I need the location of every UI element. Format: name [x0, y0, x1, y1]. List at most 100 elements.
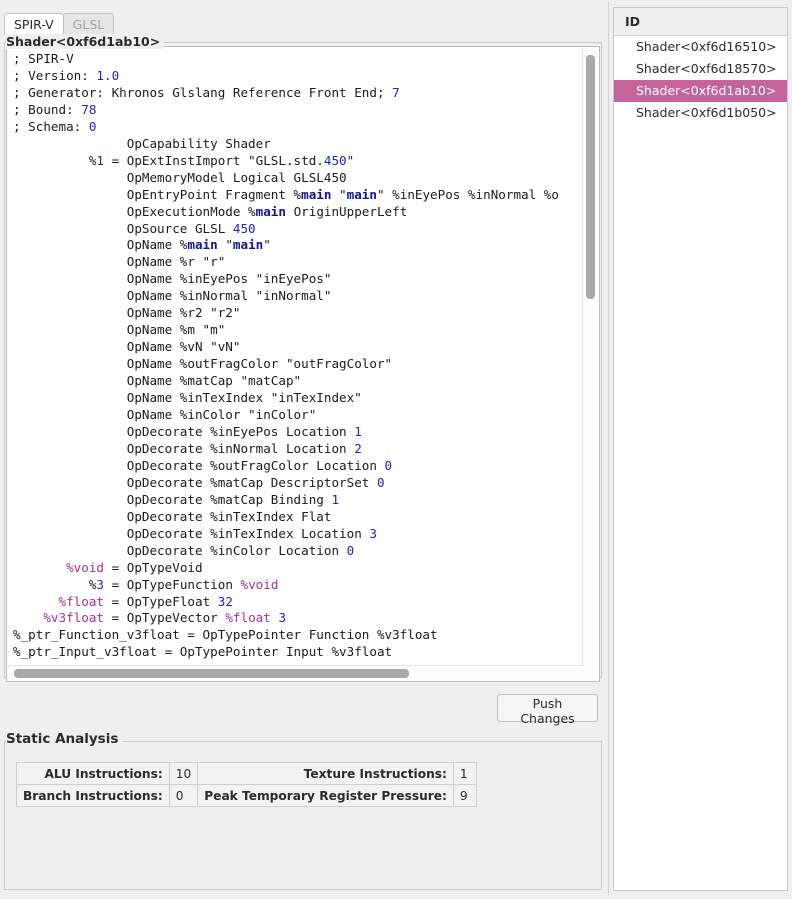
code-token: OpName %inEyePos "inEyePos"	[13, 271, 331, 286]
code-token: 3	[369, 526, 377, 541]
code-token: 7	[392, 85, 400, 100]
code-token: OpEntryPoint Fragment %	[13, 187, 301, 202]
code-token: %float	[225, 610, 271, 625]
code-token: OpName %r2 "r2"	[13, 305, 240, 320]
code-token: %_ptr_Input_v3float = OpTypePointer Inpu…	[13, 644, 392, 659]
code-line: OpDecorate %matCap Binding 1	[13, 492, 559, 509]
code-token: 450	[233, 221, 256, 236]
code-line: OpDecorate %matCap DescriptorSet 0	[13, 475, 559, 492]
code-line: ; Bound: 78	[13, 102, 559, 119]
code-token: OpExecutionMode %	[13, 204, 256, 219]
code-token: "	[218, 237, 233, 252]
code-token: %v3float	[43, 610, 104, 625]
code-line: OpDecorate %inEyePos Location 1	[13, 424, 559, 441]
panel-splitter[interactable]	[605, 0, 613, 899]
code-line: OpDecorate %inNormal Location 2	[13, 441, 559, 458]
spirv-code-viewport: ; SPIR-V; Version: 1.0; Generator: Khron…	[8, 48, 584, 668]
code-token: OpName %inTexIndex "inTexIndex"	[13, 390, 362, 405]
code-token: OpName %outFragColor "outFragColor"	[13, 356, 392, 371]
code-token: = OpExtInstImport "GLSL.std.	[104, 153, 324, 168]
code-line: OpName %r2 "r2"	[13, 305, 559, 322]
tab-spirv[interactable]: SPIR-V	[4, 13, 64, 35]
code-token: 1	[331, 492, 339, 507]
spirv-code-text: ; SPIR-V; Version: 1.0; Generator: Khron…	[13, 51, 559, 661]
code-token: "	[331, 187, 346, 202]
editor-vertical-scrollbar[interactable]	[582, 48, 598, 668]
code-line: OpDecorate %inTexIndex Flat	[13, 509, 559, 526]
static-analysis-group-box: Static Analysis ALU Instructions:10Textu…	[4, 731, 602, 891]
code-token: OpName %inColor "inColor"	[13, 407, 316, 422]
code-token: 1	[354, 424, 362, 439]
table-row: Branch Instructions:0Peak Temporary Regi…	[17, 785, 477, 807]
application-window: SPIR-V GLSL Shader<0xf6d1ab10> ; SPIR-V;…	[0, 0, 792, 899]
code-token	[13, 560, 66, 575]
code-token: OpName %inNormal "inNormal"	[13, 288, 331, 303]
code-token: %void	[240, 577, 278, 592]
code-line: OpName %inNormal "inNormal"	[13, 288, 559, 305]
stat-label: Branch Instructions:	[17, 785, 170, 807]
editor-horizontal-scrollbar[interactable]	[8, 665, 584, 680]
code-token: 0	[377, 475, 385, 490]
code-token: OpDecorate %matCap Binding	[13, 492, 331, 507]
code-token: ; Version:	[13, 68, 96, 83]
code-token: %void	[66, 560, 104, 575]
code-token	[13, 610, 43, 625]
code-token: "	[263, 237, 271, 252]
stat-value: 10	[169, 763, 198, 785]
stat-label: Peak Temporary Register Pressure:	[198, 785, 454, 807]
code-token: 78	[81, 102, 96, 117]
push-changes-button[interactable]: Push Changes	[497, 694, 598, 722]
code-token: OpName %	[13, 237, 187, 252]
code-line: OpCapability Shader	[13, 136, 559, 153]
editor-vertical-scrollbar-thumb[interactable]	[586, 55, 595, 299]
editor-horizontal-scrollbar-thumb[interactable]	[14, 669, 409, 678]
shader-editor-panel: SPIR-V GLSL Shader<0xf6d1ab10> ; SPIR-V;…	[0, 0, 608, 899]
code-token: OriginUpperLeft	[286, 204, 407, 219]
code-line: OpName %vN "vN"	[13, 339, 559, 356]
code-token: OpDecorate %inNormal Location	[13, 441, 354, 456]
code-line: OpName %main "main"	[13, 237, 559, 254]
panel-splitter-line	[608, 2, 609, 895]
code-token: 0	[347, 543, 355, 558]
code-token: 0	[385, 458, 393, 473]
code-line: ; Generator: Khronos Glslang Reference F…	[13, 85, 559, 102]
code-token: = OpTypeVector	[104, 610, 225, 625]
code-token: main	[347, 187, 377, 202]
code-token: = OpTypeVoid	[104, 560, 203, 575]
code-token: %	[13, 153, 96, 168]
code-token: 32	[218, 594, 233, 609]
code-token: = OpTypeFunction	[104, 577, 240, 592]
code-token: OpDecorate %outFragColor Location	[13, 458, 385, 473]
tab-glsl[interactable]: GLSL	[63, 13, 115, 35]
static-analysis-title: Static Analysis	[6, 731, 123, 747]
code-line: OpName %inColor "inColor"	[13, 407, 559, 424]
code-line: %1 = OpExtInstImport "GLSL.std.450"	[13, 153, 559, 170]
code-line: OpName %r "r"	[13, 254, 559, 271]
code-line: OpName %inTexIndex "inTexIndex"	[13, 390, 559, 407]
code-token: 2	[354, 441, 362, 456]
code-token: main	[301, 187, 331, 202]
shader-id-list-panel: ID Shader<0xf6d16510>Shader<0xf6d18570>S…	[613, 7, 788, 891]
code-token: main	[256, 204, 286, 219]
stat-label: Texture Instructions:	[198, 763, 454, 785]
code-line: OpExecutionMode %main OriginUpperLeft	[13, 204, 559, 221]
spirv-code-editor[interactable]: ; SPIR-V; Version: 1.0; Generator: Khron…	[6, 46, 600, 682]
code-token: = OpTypeFloat	[104, 594, 218, 609]
code-line: OpDecorate %outFragColor Location 0	[13, 458, 559, 475]
code-token: 3	[96, 577, 104, 592]
id-list-item[interactable]: Shader<0xf6d1b050>	[614, 102, 787, 124]
code-token: OpDecorate %inEyePos Location	[13, 424, 354, 439]
code-token: 0	[89, 119, 97, 134]
code-token: OpDecorate %inTexIndex Location	[13, 526, 369, 541]
editor-scrollbar-corner	[583, 666, 598, 680]
id-list-item[interactable]: Shader<0xf6d1ab10>	[614, 80, 787, 102]
static-analysis-table-body: ALU Instructions:10Texture Instructions:…	[17, 763, 477, 807]
code-line: %void = OpTypeVoid	[13, 560, 559, 577]
code-line: OpDecorate %inTexIndex Location 3	[13, 526, 559, 543]
table-row: ALU Instructions:10Texture Instructions:…	[17, 763, 477, 785]
code-line: OpEntryPoint Fragment %main "main" %inEy…	[13, 187, 559, 204]
id-list-item[interactable]: Shader<0xf6d16510>	[614, 36, 787, 58]
id-list-item[interactable]: Shader<0xf6d18570>	[614, 58, 787, 80]
stat-value: 1	[453, 763, 476, 785]
code-token: 1.0	[96, 68, 119, 83]
